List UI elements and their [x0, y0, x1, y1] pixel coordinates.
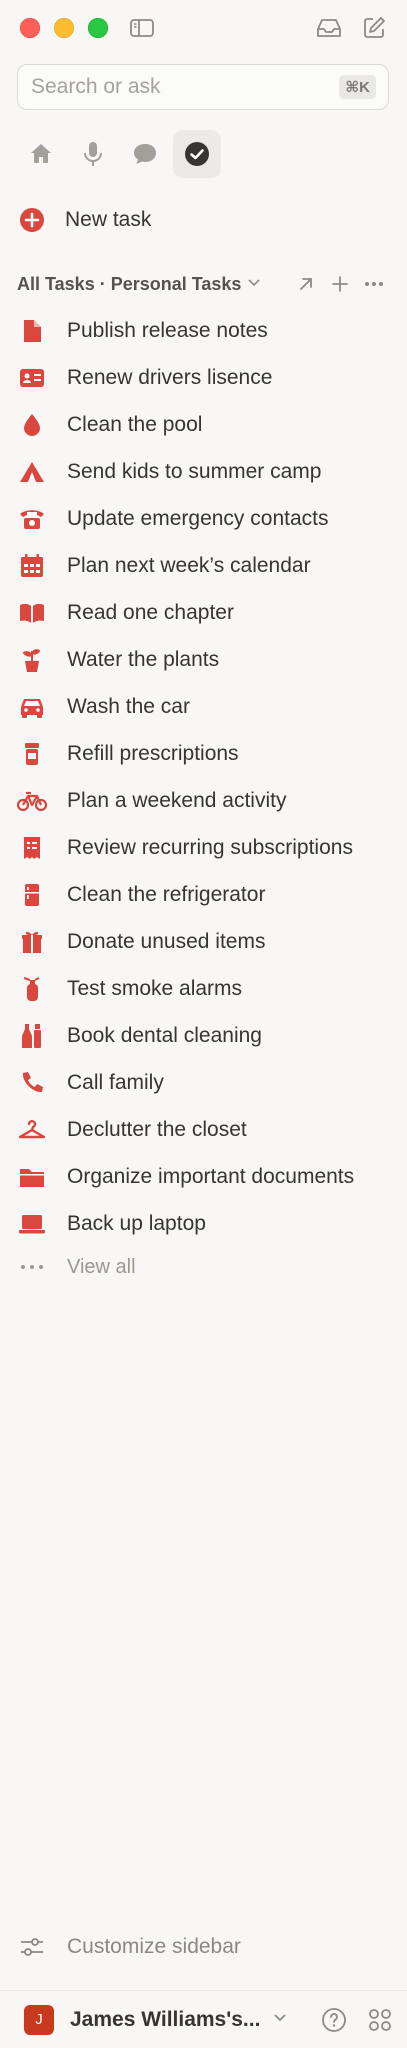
car-icon — [17, 692, 47, 722]
bicycle-icon — [17, 786, 47, 816]
task-label: Organize important documents — [67, 1164, 355, 1188]
task-label: Publish release notes — [67, 318, 268, 342]
compose-icon[interactable] — [360, 14, 388, 42]
title-bar — [0, 0, 407, 54]
microphone-icon[interactable] — [69, 130, 117, 178]
sliders-icon — [17, 1936, 47, 1958]
new-task-label: New task — [65, 208, 152, 231]
task-item[interactable]: Test smoke alarms — [17, 965, 397, 1012]
task-label: Donate unused items — [67, 929, 266, 953]
task-label: Update emergency contacts — [67, 506, 329, 530]
help-icon[interactable] — [319, 2005, 349, 2035]
view-all-link[interactable]: View all — [17, 1247, 397, 1287]
folder-icon — [17, 1162, 47, 1192]
task-label: Wash the car — [67, 694, 190, 718]
shortcut-badge: ⌘K — [339, 75, 376, 99]
task-item[interactable]: Plan next week’s calendar — [17, 542, 397, 589]
task-label: Declutter the closet — [67, 1117, 247, 1141]
task-item[interactable]: Update emergency contacts — [17, 495, 397, 542]
laptop-icon — [17, 1209, 47, 1239]
id-card-icon — [17, 363, 47, 393]
section-title[interactable]: All Tasks · Personal Tasks — [17, 274, 241, 295]
plant-icon — [17, 645, 47, 675]
task-label: Call family — [67, 1070, 164, 1094]
receipt-icon — [17, 833, 47, 863]
book-icon — [17, 598, 47, 628]
task-item[interactable]: Publish release notes — [17, 307, 397, 354]
add-icon[interactable] — [325, 269, 355, 299]
workspace-name[interactable]: James Williams's... — [70, 2008, 260, 2032]
task-label: Back up laptop — [67, 1211, 206, 1235]
tent-icon — [17, 457, 47, 487]
home-icon[interactable] — [17, 130, 65, 178]
task-item[interactable]: Back up laptop — [17, 1200, 397, 1247]
task-item[interactable]: Review recurring subscriptions — [17, 824, 397, 871]
plus-circle-icon — [17, 205, 47, 235]
search-box[interactable]: ⌘K — [17, 64, 389, 110]
chevron-down-icon[interactable] — [247, 275, 261, 294]
handset-icon — [17, 1068, 47, 1098]
chat-icon[interactable] — [121, 130, 169, 178]
gift-icon — [17, 927, 47, 957]
task-label: Book dental cleaning — [67, 1023, 262, 1047]
zoom-window-button[interactable] — [88, 18, 108, 38]
sidebar-toggle-icon[interactable] — [128, 14, 156, 42]
more-icon[interactable] — [359, 269, 389, 299]
task-item[interactable]: Call family — [17, 1059, 397, 1106]
task-item[interactable]: Clean the refrigerator — [17, 871, 397, 918]
task-item[interactable]: Wash the car — [17, 683, 397, 730]
task-item[interactable]: Declutter the closet — [17, 1106, 397, 1153]
task-item[interactable]: Send kids to summer camp — [17, 448, 397, 495]
task-item[interactable]: Read one chapter — [17, 589, 397, 636]
task-item[interactable]: Plan a weekend activity — [17, 777, 397, 824]
mode-switcher — [17, 130, 225, 180]
view-all-label: View all — [67, 1255, 136, 1278]
task-label: Refill prescriptions — [67, 741, 239, 765]
hanger-icon — [17, 1115, 47, 1145]
task-label: Review recurring subscriptions — [67, 835, 353, 859]
document-icon — [17, 316, 47, 346]
inbox-icon[interactable] — [315, 14, 343, 42]
task-label: Send kids to summer camp — [67, 459, 322, 483]
avatar[interactable]: J — [24, 2004, 54, 2035]
customize-label: Customize sidebar — [67, 1935, 241, 1958]
chevron-down-icon[interactable] — [272, 2009, 288, 2030]
task-item[interactable]: Organize important documents — [17, 1153, 397, 1200]
task-label: Clean the refrigerator — [67, 882, 266, 906]
open-arrow-icon[interactable] — [291, 269, 321, 299]
task-label: Water the plants — [67, 647, 220, 671]
task-item[interactable]: Donate unused items — [17, 918, 397, 965]
task-label: Test smoke alarms — [67, 976, 243, 1000]
task-label: Read one chapter — [67, 600, 234, 624]
pill-bottle-icon — [17, 739, 47, 769]
new-task-button[interactable]: New task — [17, 198, 151, 242]
workspace-footer: J James Williams's... — [0, 1990, 407, 2048]
search-input[interactable] — [18, 74, 340, 100]
minimize-window-button[interactable] — [54, 18, 74, 38]
task-item[interactable]: Renew drivers lisence — [17, 354, 397, 401]
bottles-icon — [17, 1021, 47, 1051]
calendar-icon — [17, 551, 47, 581]
apps-grid-icon[interactable] — [365, 2005, 395, 2035]
customize-sidebar-button[interactable]: Customize sidebar — [17, 1925, 241, 1969]
task-item[interactable]: Clean the pool — [17, 401, 397, 448]
task-label: Renew drivers lisence — [67, 365, 273, 389]
task-label: Plan next week’s calendar — [67, 553, 311, 577]
task-label: Clean the pool — [67, 412, 203, 436]
tasks-check-icon[interactable] — [173, 130, 221, 178]
task-item[interactable]: Refill prescriptions — [17, 730, 397, 777]
phone-icon — [17, 504, 47, 534]
ellipsis-icon — [17, 1264, 47, 1270]
task-label: Plan a weekend activity — [67, 788, 287, 812]
task-list: Publish release notes Renew drivers lise… — [17, 307, 397, 1287]
water-drop-icon — [17, 410, 47, 440]
fridge-icon — [17, 880, 47, 910]
task-section-header: All Tasks · Personal Tasks — [17, 266, 389, 302]
task-item[interactable]: Water the plants — [17, 636, 397, 683]
fire-extinguisher-icon — [17, 974, 47, 1004]
task-item[interactable]: Book dental cleaning — [17, 1012, 397, 1059]
close-window-button[interactable] — [20, 18, 40, 38]
